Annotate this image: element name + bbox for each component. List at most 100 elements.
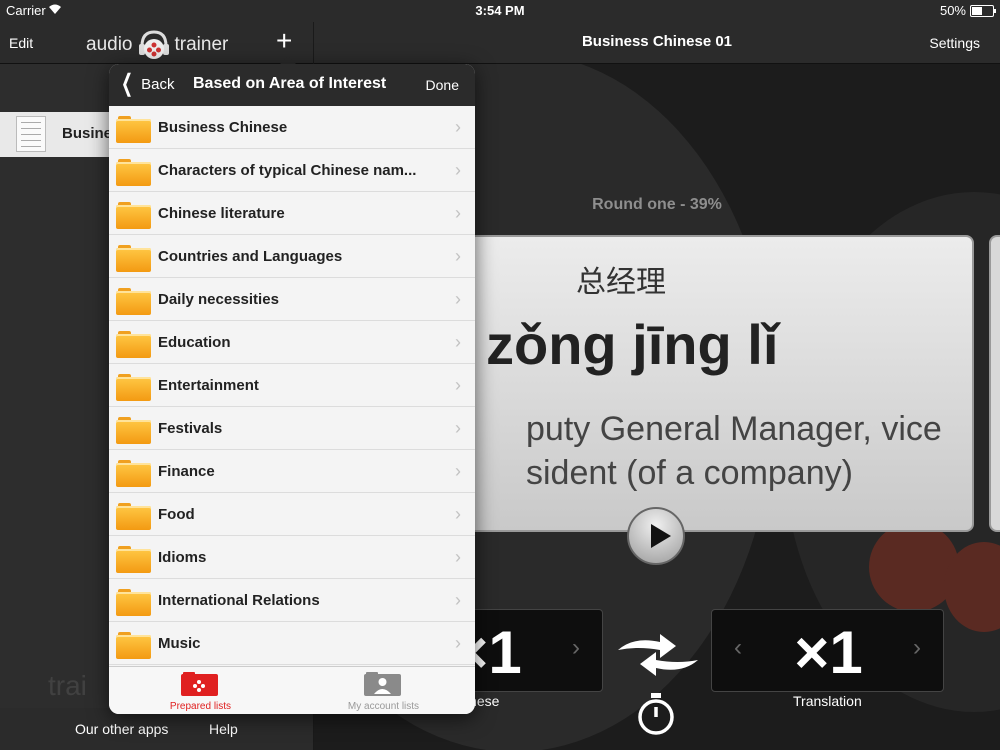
chevron-right-icon: ›: [455, 590, 461, 610]
popover-title: Based on Area of Interest: [193, 75, 387, 92]
back-label: Back: [141, 75, 175, 93]
list-item[interactable]: Daily necessities ›: [109, 278, 475, 321]
list-item-label: Entertainment: [158, 377, 259, 394]
chevron-left-icon: ❮: [121, 70, 134, 97]
list-item-label: Countries and Languages: [158, 248, 343, 265]
chevron-right-icon: ›: [455, 633, 461, 653]
card-pinyin: zǒng jīng lǐ: [486, 313, 779, 376]
category-popover: ❮ Back Based on Area of Interest Done Bu…: [109, 64, 475, 714]
help-button[interactable]: Help: [209, 721, 238, 737]
list-item[interactable]: Music ›: [109, 622, 475, 665]
swap-arrows-icon[interactable]: [614, 630, 702, 680]
folder-icon: [116, 331, 151, 358]
folder-icon: [116, 546, 151, 573]
list-item[interactable]: Business Chinese ›: [109, 106, 475, 149]
folder-icon: [116, 503, 151, 530]
list-item[interactable]: International Relations ›: [109, 579, 475, 622]
flashcard[interactable]: 总经理 zǒng jīng lǐ puty General Manager, v…: [434, 235, 974, 532]
chevron-right-icon: ›: [455, 203, 461, 223]
card-hanzi: 总经理: [576, 266, 666, 299]
edit-button[interactable]: Edit: [9, 35, 33, 51]
folder-icon: [116, 374, 151, 401]
document-icon: [16, 116, 46, 152]
done-button[interactable]: Done: [426, 77, 459, 93]
chevron-right-icon: ›: [455, 418, 461, 438]
page-title: Business Chinese 01: [581, 33, 733, 50]
chevron-right-icon: ›: [455, 246, 461, 266]
list-item[interactable]: Characters of typical Chinese nam... ›: [109, 149, 475, 192]
list-item-label: Food: [158, 506, 195, 523]
logo-text-audio: audio: [86, 34, 133, 55]
main-nav-bar: Business Chinese 01 Settings: [314, 22, 1000, 64]
tab-label: My account lists: [347, 701, 420, 712]
account-lists-icon: [364, 672, 401, 696]
battery-percent: 50%: [939, 3, 966, 18]
headphones-reel-icon: [137, 28, 171, 62]
chevron-right-icon: ›: [455, 117, 461, 137]
chevron-right-icon[interactable]: ›: [913, 634, 921, 662]
next-card-edge: [989, 235, 1000, 532]
chevron-right-icon: ›: [455, 160, 461, 180]
list-item-label: Business Chinese: [158, 119, 288, 136]
list-item[interactable]: Idioms ›: [109, 536, 475, 579]
add-list-button[interactable]: +: [276, 26, 292, 56]
list-item[interactable]: Food ›: [109, 493, 475, 536]
list-item-label: Idioms: [158, 549, 207, 566]
list-item[interactable]: Education ›: [109, 321, 475, 364]
chevron-right-icon: ›: [455, 375, 461, 395]
logo-text-trainer: trainer: [174, 34, 229, 55]
list-item-label: Chinese literature: [158, 205, 285, 222]
list-item-label: Characters of typical Chinese nam...: [158, 162, 417, 179]
settings-button[interactable]: Settings: [929, 35, 980, 51]
play-button[interactable]: [627, 507, 685, 565]
translation-label: Translation: [793, 693, 862, 709]
repeat-counter-translation[interactable]: ‹ ×1 ›: [711, 609, 944, 692]
folder-icon: [116, 159, 151, 186]
list-item[interactable]: Finance ›: [109, 450, 475, 493]
chevron-right-icon: ›: [455, 504, 461, 524]
popover-tab-bar: Prepared lists My account lists: [109, 666, 475, 714]
prepared-lists-icon: [181, 672, 218, 696]
popover-nav-bar: ❮ Back Based on Area of Interest Done: [109, 64, 475, 106]
list-item-label: Finance: [158, 463, 215, 480]
background-logo-text: trai: [48, 670, 87, 701]
status-time: 3:54 PM: [475, 3, 525, 18]
list-item-label: International Relations: [158, 592, 320, 609]
tab-my-account-lists[interactable]: My account lists: [292, 667, 475, 714]
folder-icon: [116, 116, 151, 143]
list-item-label: Daily necessities: [158, 291, 279, 308]
list-item-label: Music: [158, 635, 201, 652]
stopwatch-icon[interactable]: [636, 692, 676, 736]
folder-icon: [116, 202, 151, 229]
chevron-right-icon: ›: [455, 461, 461, 481]
chevron-right-icon[interactable]: ›: [572, 634, 580, 662]
other-apps-button[interactable]: Our other apps: [75, 721, 168, 737]
category-list: Business Chinese › Characters of typical C…: [109, 106, 475, 666]
battery-icon: [970, 5, 996, 17]
folder-icon: [116, 417, 151, 444]
list-item-label: Busine: [62, 125, 113, 142]
folder-icon: [116, 632, 151, 659]
folder-icon: [116, 460, 151, 487]
list-item-label: Education: [158, 334, 231, 351]
list-item[interactable]: Chinese literature ›: [109, 192, 475, 235]
chevron-right-icon: ›: [455, 332, 461, 352]
list-item[interactable]: Festivals ›: [109, 407, 475, 450]
folder-icon: [116, 589, 151, 616]
status-bar: Carrier 3:54 PM 50%: [0, 0, 1000, 22]
chevron-right-icon: ›: [455, 547, 461, 567]
list-item-label: Festivals: [158, 420, 223, 437]
back-button[interactable]: ❮ Back: [117, 70, 175, 97]
sidebar-nav-bar: Edit audio trainer +: [0, 22, 313, 64]
list-item[interactable]: Countries and Languages ›: [109, 235, 475, 278]
chevron-right-icon: ›: [455, 289, 461, 309]
folder-icon: [116, 288, 151, 315]
tab-prepared-lists[interactable]: Prepared lists: [109, 667, 292, 714]
folder-icon: [116, 245, 151, 272]
repeat-count: ×1: [794, 619, 863, 686]
app-logo: audio trainer: [86, 30, 228, 60]
list-item[interactable]: Entertainment ›: [109, 364, 475, 407]
tab-label: Prepared lists: [169, 701, 232, 712]
sidebar-footer: Our other apps Help: [0, 708, 313, 750]
card-meaning: puty General Manager, vice sident (of a …: [526, 410, 942, 492]
